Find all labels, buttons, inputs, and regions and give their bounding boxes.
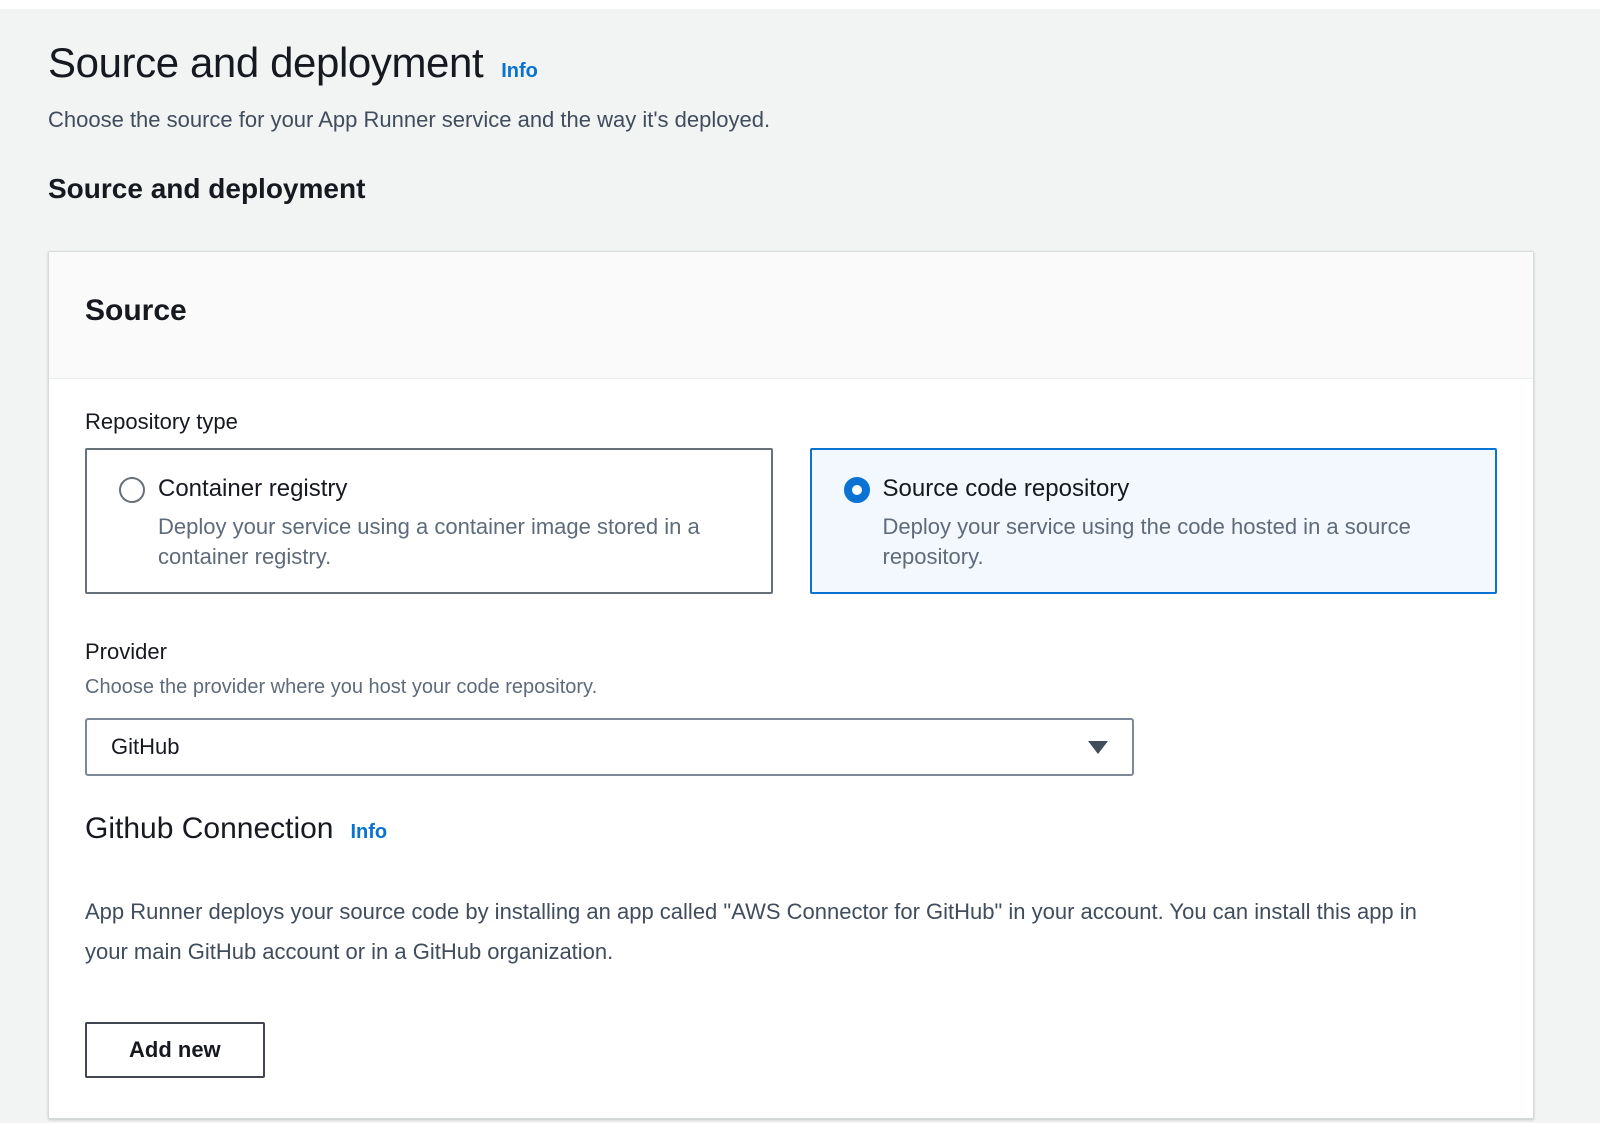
tile-description: Deploy your service using the code hoste…: [883, 512, 1468, 572]
github-connection-description: App Runner deploys your source code by i…: [85, 892, 1425, 972]
provider-label: Provider: [85, 639, 1497, 665]
add-new-button[interactable]: Add new: [85, 1022, 265, 1078]
source-panel: Source Repository type Container registr…: [48, 251, 1534, 1119]
tile-content: Container registry Deploy your service u…: [158, 475, 743, 572]
section-heading: Source and deployment: [48, 173, 1534, 205]
page-title-row: Source and deployment Info: [48, 39, 1534, 87]
github-connection-heading-row: Github Connection Info: [85, 812, 1497, 846]
page-title: Source and deployment: [48, 39, 483, 87]
provider-select[interactable]: GitHub: [85, 718, 1134, 776]
tile-content: Source code repository Deploy your servi…: [883, 475, 1468, 572]
top-strip: [0, 0, 1600, 9]
radio-selected-icon[interactable]: [844, 477, 870, 503]
tile-description: Deploy your service using a container im…: [158, 512, 743, 572]
repository-type-tiles: Container registry Deploy your service u…: [85, 448, 1497, 594]
tile-label: Source code repository: [883, 475, 1468, 503]
repository-type-label: Repository type: [85, 409, 1497, 435]
github-connection-heading: Github Connection: [85, 812, 334, 846]
page-title-info-link[interactable]: Info: [501, 60, 538, 83]
github-connection-info-link[interactable]: Info: [351, 821, 388, 844]
tile-source-code-repository[interactable]: Source code repository Deploy your servi…: [810, 448, 1498, 594]
radio-unselected-icon[interactable]: [119, 477, 145, 503]
tile-container-registry[interactable]: Container registry Deploy your service u…: [85, 448, 773, 594]
page-subtitle: Choose the source for your App Runner se…: [48, 107, 1534, 133]
provider-select-value: GitHub: [111, 734, 179, 760]
provider-description: Choose the provider where you host your …: [85, 676, 1497, 699]
source-and-deployment-page: Source and deployment Info Choose the so…: [0, 39, 1600, 1119]
source-panel-body: Repository type Container registry Deplo…: [49, 379, 1533, 1118]
chevron-down-icon: [1088, 741, 1108, 754]
source-panel-title: Source: [85, 294, 1497, 328]
tile-label: Container registry: [158, 475, 743, 503]
source-panel-header: Source: [49, 252, 1533, 379]
